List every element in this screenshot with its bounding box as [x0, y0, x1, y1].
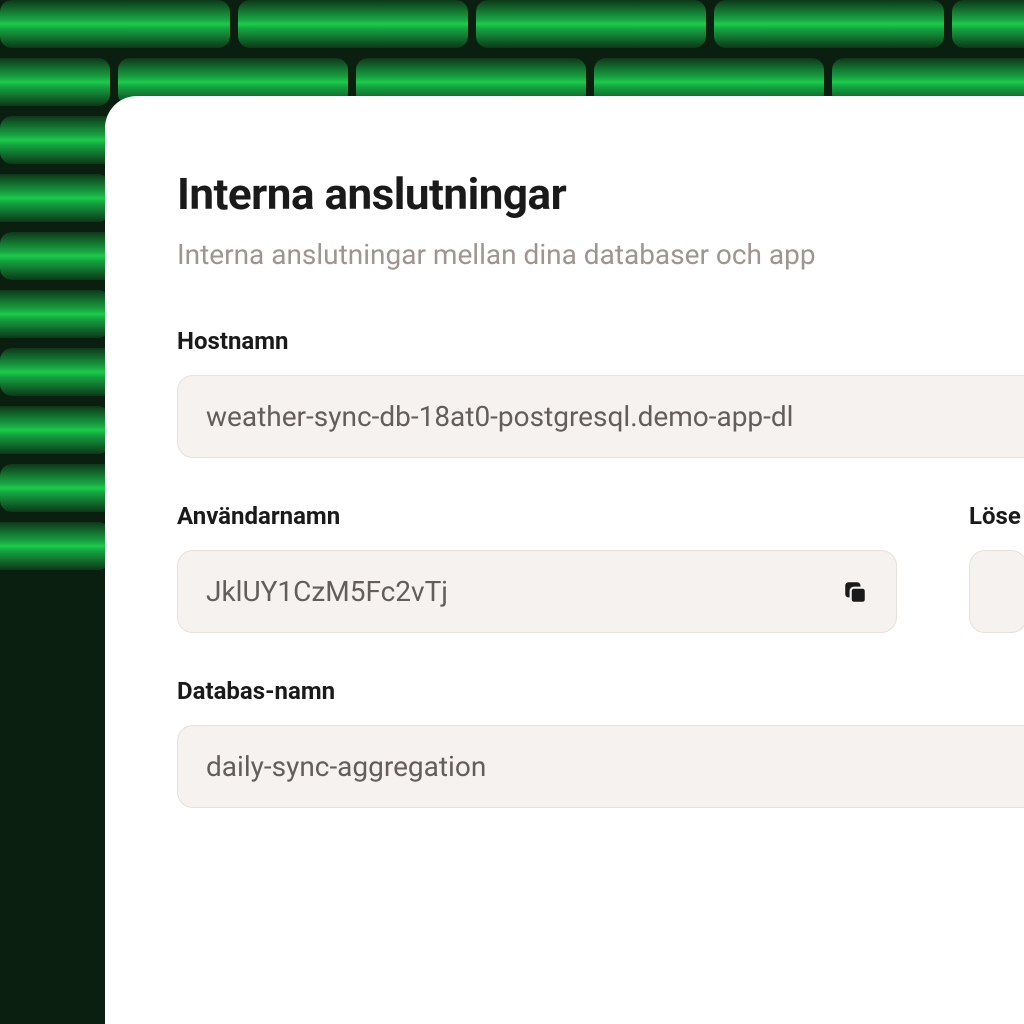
page-title: Interna anslutningar — [177, 168, 1024, 220]
password-label: Löse — [969, 502, 1024, 530]
database-name-field-group: Databas-namn daily-sync-aggregation — [177, 677, 1024, 808]
username-value: JklUY1CzM5Fc2vTj — [206, 575, 448, 608]
page-subtitle: Interna anslutningar mellan dina databas… — [177, 238, 1024, 271]
settings-panel: Interna anslutningar Interna anslutninga… — [105, 96, 1024, 1024]
database-name-input[interactable]: daily-sync-aggregation — [177, 725, 1024, 808]
username-label: Användarnamn — [177, 502, 897, 530]
database-name-label: Databas-namn — [177, 677, 1024, 705]
hostname-value: weather-sync-db-18at0-postgresql.demo-ap… — [206, 400, 794, 433]
database-name-value: daily-sync-aggregation — [206, 750, 486, 783]
hostname-input[interactable]: weather-sync-db-18at0-postgresql.demo-ap… — [177, 375, 1024, 458]
copy-icon[interactable] — [842, 579, 868, 605]
password-input[interactable]: •• — [969, 550, 1024, 633]
hostname-field-group: Hostnamn weather-sync-db-18at0-postgresq… — [177, 327, 1024, 458]
username-input[interactable]: JklUY1CzM5Fc2vTj — [177, 550, 897, 633]
hostname-label: Hostnamn — [177, 327, 1024, 355]
